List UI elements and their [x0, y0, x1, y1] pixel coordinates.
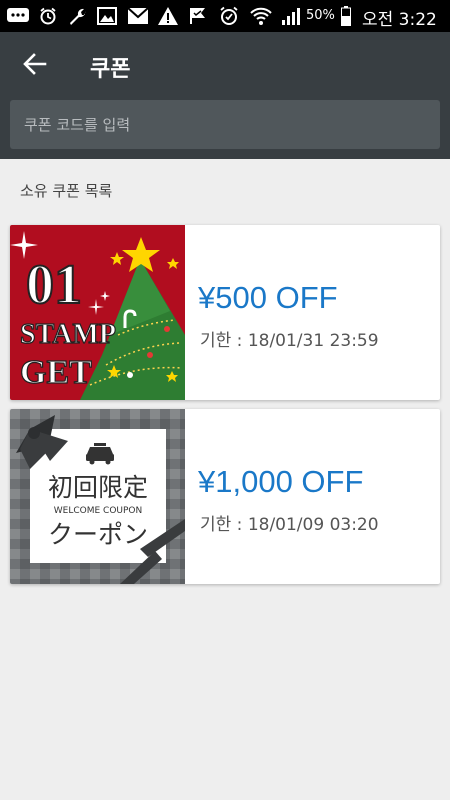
- battery-icon: [340, 6, 352, 26]
- stamp-line2: GET: [20, 354, 92, 391]
- signal-icon: [280, 6, 302, 26]
- coupon-card[interactable]: 初回限定 WELCOME COUPON クーポン ¥1,000 OFF 기한 :…: [10, 409, 440, 584]
- warning-icon: [157, 6, 179, 26]
- coupon-amount: ¥500 OFF: [198, 280, 338, 315]
- alarm-icon: [38, 6, 58, 26]
- owned-coupons-label: 소유 쿠폰 목록: [20, 182, 113, 200]
- back-button[interactable]: [16, 50, 54, 82]
- wrench-icon: [66, 6, 88, 26]
- stamp-line1: STAMP: [20, 319, 116, 350]
- coupon-expiry: 기한 : 18/01/31 23:59: [200, 331, 379, 351]
- clock-time: 오전 3:22: [362, 10, 437, 30]
- mail-icon: [127, 6, 149, 26]
- battery-percent: 50%: [306, 8, 335, 23]
- coupon-expiry: 기한 : 18/01/09 03:20: [200, 515, 379, 535]
- flag-check-icon: [187, 6, 209, 26]
- christmas-stamp-image: 01 STAMP GET: [10, 225, 185, 400]
- coupon-amount: ¥1,000 OFF: [198, 464, 364, 499]
- app-header: 쿠폰: [0, 32, 450, 159]
- wifi-icon: [249, 6, 273, 26]
- chat-more-icon: [6, 6, 30, 26]
- stamp-number: 01: [26, 254, 82, 316]
- arrow-left-icon: [23, 53, 47, 79]
- coupon-image-label: クーポン: [48, 520, 148, 549]
- coupon-code-input[interactable]: [10, 100, 440, 149]
- coupon-image-title: 初回限定: [48, 473, 148, 502]
- coupon-image-subtitle: WELCOME COUPON: [54, 506, 142, 516]
- page-title: 쿠폰: [90, 57, 131, 82]
- coupon-card[interactable]: 01 STAMP GET ¥500 OFF 기한 : 18/01/31 23:5…: [10, 225, 440, 400]
- status-bar: 50% 오전 3:22: [0, 0, 450, 32]
- alarm-clock-icon: [218, 6, 240, 26]
- welcome-coupon-image: 初回限定 WELCOME COUPON クーポン: [10, 409, 185, 584]
- image-icon: [96, 6, 118, 26]
